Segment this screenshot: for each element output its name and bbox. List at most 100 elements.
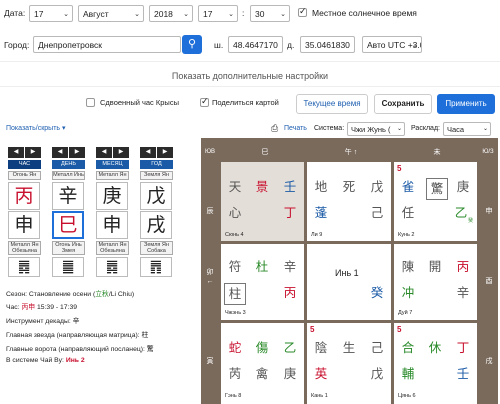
- month-stem-label: Металл Ян: [96, 171, 129, 180]
- share-checkbox[interactable]: [200, 96, 209, 107]
- chevron-down-icon: ⌄: [412, 42, 418, 49]
- palace-gen-8[interactable]: 蛇 傷 乙 芮 禽 庚 Гэнь 8: [221, 323, 304, 404]
- solar-time-checkbox[interactable]: [298, 6, 307, 17]
- palace-kan-1[interactable]: 5 陰 生 己 英 戊 Кань 1: [307, 323, 391, 404]
- solar-time-label: Местное солнечное время: [312, 8, 417, 18]
- right-label-xu: 戌: [485, 358, 493, 365]
- day-branch-label: Огонь Инь Змея: [52, 241, 85, 255]
- top-label-wu: 午 ↑: [344, 149, 358, 156]
- divider: [0, 61, 500, 62]
- top-label-wei: 未: [433, 149, 441, 156]
- left-label-chen: 辰: [206, 208, 214, 215]
- header-year: ГОД: [140, 160, 173, 169]
- timezone-select[interactable]: Авто UTC +3.0 ⌄: [362, 36, 422, 53]
- hour-branch: 申: [8, 211, 40, 239]
- header-month: МЕСЯЦ: [96, 160, 129, 169]
- gate-line: Главные ворота (направляющий посланец): …: [6, 346, 154, 353]
- star-line: Главная звезда (направляющая матрица): 柱: [6, 332, 149, 339]
- left-label-mao: 卯 ←: [206, 269, 214, 285]
- hour-branch-label: Металл Ян Обезьяна: [8, 241, 41, 255]
- apply-button[interactable]: Применить: [437, 94, 495, 114]
- chai-wu-line: В системе Чай Ву: Инь 2: [6, 357, 85, 364]
- next-month-button[interactable]: ▶: [113, 147, 129, 158]
- chevron-down-icon: ⌄: [280, 11, 286, 18]
- palace-zhen-3[interactable]: 符 杜 辛 柱 丙 Чжэнь 3: [221, 244, 304, 320]
- palace-center[interactable]: Инь 1 癸: [307, 244, 391, 320]
- header-hour: ЧАС: [8, 160, 41, 169]
- share-label: Поделиться картой: [212, 98, 279, 107]
- hour-line: Час: 丙申 15:39 - 17:39: [6, 304, 78, 311]
- right-label-shen: 申: [485, 208, 493, 215]
- palace-xun-4[interactable]: 天 景 壬 心 丁 Сюнь 4: [221, 162, 304, 241]
- header-day: ДЕНЬ: [52, 160, 85, 169]
- prev-day-button[interactable]: ◀: [52, 147, 68, 158]
- year-stem-label: Земля Ян: [140, 171, 173, 180]
- hour-hexagram-icon: ䷅: [8, 257, 40, 277]
- current-time-button[interactable]: Текущее время: [296, 94, 368, 114]
- month-branch: 申: [96, 211, 128, 239]
- decade-line: Инструмент декады: 辛: [6, 318, 80, 325]
- right-label-you: 酉: [485, 278, 493, 285]
- chevron-down-icon: ⌄: [482, 126, 488, 132]
- top-label-si: 巳: [261, 149, 269, 156]
- season-line: Сезон: Становление осени (立秋/Li Chiu): [6, 291, 135, 298]
- chevron-down-icon: ⌄: [396, 126, 402, 132]
- day-hexagram-icon: ䷀: [52, 257, 84, 277]
- left-label-yin: 寅: [206, 358, 214, 365]
- month-select[interactable]: Август ⌄: [78, 5, 144, 22]
- day-stem-label: Металл Инь: [52, 171, 85, 180]
- hour-stem-label: Огонь Ян: [8, 171, 41, 180]
- city-label: Город:: [4, 40, 30, 50]
- palace-dui-7[interactable]: 陳 開 丙 冲 辛 Дуй 7: [394, 244, 477, 320]
- month-hexagram-icon: ䷅: [96, 257, 128, 277]
- palace-kun-2[interactable]: 5 雀 驚 庚 任 乙 癸 Кунь 2: [394, 162, 477, 241]
- rat-hour-checkbox[interactable]: [86, 98, 95, 107]
- system-select[interactable]: Чжи Жунь (⌄: [347, 122, 405, 136]
- prev-year-button[interactable]: ◀: [140, 147, 156, 158]
- chevron-down-icon: ⌄: [63, 11, 69, 18]
- year-branch-label: Земля Ян Собака: [140, 241, 173, 255]
- more-settings-link[interactable]: Показать дополнительные настройки: [0, 71, 500, 81]
- search-icon[interactable]: ⚲: [182, 35, 202, 54]
- hour-select[interactable]: 17 ⌄: [198, 5, 238, 22]
- date-label: Дата:: [4, 8, 26, 18]
- chevron-down-icon: ⌄: [134, 11, 140, 18]
- day-select[interactable]: 17 ⌄: [29, 5, 73, 22]
- divider: [0, 86, 500, 87]
- print-link[interactable]: Печать: [284, 125, 307, 132]
- save-button[interactable]: Сохранить: [374, 94, 432, 114]
- lon-label: д.: [287, 40, 295, 50]
- time-colon: :: [242, 8, 245, 18]
- rat-hour-label: Сдвоенный час Крысы: [100, 98, 179, 107]
- lat-input[interactable]: 48.4647170: [228, 36, 283, 53]
- show-hide-link[interactable]: Показать/скрыть ▾: [6, 124, 66, 132]
- chevron-down-icon: ⌄: [228, 11, 234, 18]
- palace-qian-6[interactable]: 5 合 休 丁 輔 壬 Цянь 6: [394, 323, 477, 404]
- year-hexagram-icon: ䷋: [140, 257, 172, 277]
- city-input[interactable]: Днепропетровск: [33, 36, 181, 53]
- month-stem: 庚: [96, 182, 128, 210]
- minute-select[interactable]: 30 ⌄: [250, 5, 290, 22]
- hour-stem: 丙: [8, 182, 40, 210]
- palace-li-9[interactable]: 地 死 戊 蓬 己 Ли 9: [307, 162, 391, 241]
- next-year-button[interactable]: ▶: [157, 147, 173, 158]
- printer-icon[interactable]: ⎙: [271, 123, 278, 134]
- corner-sw-label: Ю/З: [482, 149, 494, 155]
- prev-hour-button[interactable]: ◀: [8, 147, 24, 158]
- lon-input[interactable]: 35.0461830: [300, 36, 355, 53]
- chevron-down-icon: ⌄: [183, 11, 189, 18]
- next-hour-button[interactable]: ▶: [25, 147, 41, 158]
- layout-select[interactable]: Часа ⌄: [443, 122, 491, 136]
- day-branch: 巳: [52, 211, 84, 239]
- year-stem: 戊: [140, 182, 172, 210]
- next-day-button[interactable]: ▶: [69, 147, 85, 158]
- prev-month-button[interactable]: ◀: [96, 147, 112, 158]
- year-branch: 戌: [140, 211, 172, 239]
- corner-se-label: ЮВ: [204, 149, 216, 155]
- month-branch-label: Металл Ян Обезьяна: [96, 241, 129, 255]
- year-select[interactable]: 2018 ⌄: [149, 5, 193, 22]
- system-label: Система:: [314, 125, 345, 132]
- lat-label: ш.: [214, 40, 224, 50]
- day-stem: 辛: [52, 182, 84, 210]
- layout-label: Расклад:: [411, 125, 440, 132]
